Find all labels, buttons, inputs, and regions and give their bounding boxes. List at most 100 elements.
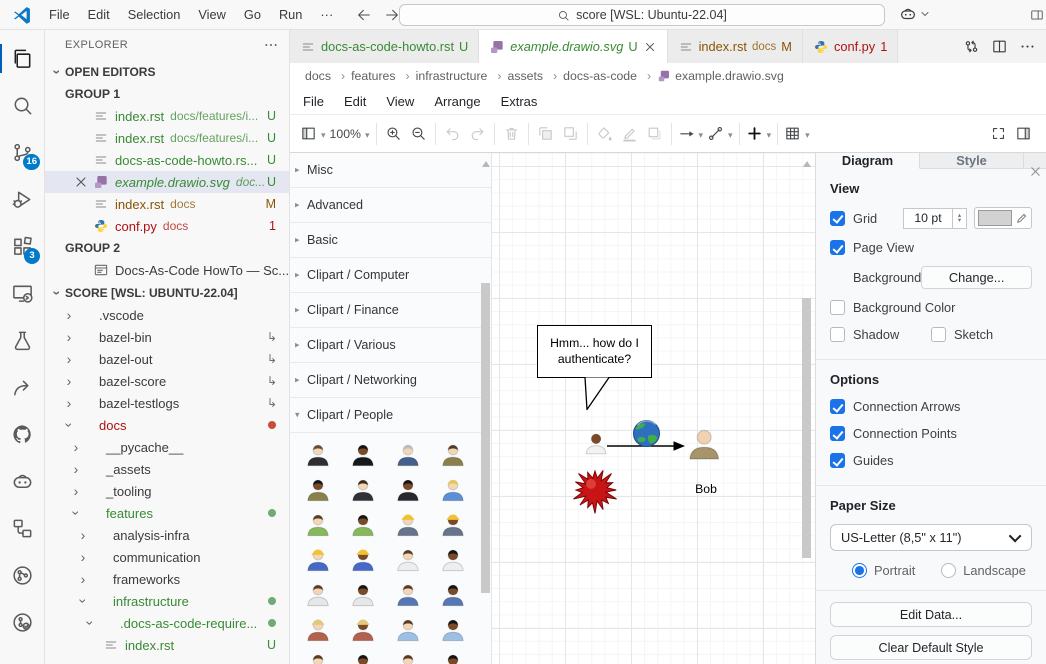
tree-item[interactable]: _tooling xyxy=(45,480,289,502)
shape-section-header[interactable]: Clipart / Computer xyxy=(290,258,491,293)
tree-item[interactable]: bazel-testlogs xyxy=(45,392,289,414)
toolbar-button[interactable] xyxy=(1011,121,1036,147)
format-tab[interactable]: Diagram xyxy=(816,153,920,169)
orientation-radio[interactable]: Landscape xyxy=(941,563,1026,578)
shape-person[interactable] xyxy=(440,616,466,642)
toolbar-button[interactable] xyxy=(435,123,436,145)
paper-size-select[interactable]: US-Letter (8,5" x 11") xyxy=(830,524,1032,551)
open-editor-item[interactable]: example.drawio.svg doc... U xyxy=(45,171,289,193)
menu-item[interactable]: View xyxy=(189,0,235,30)
background-color-checkbox[interactable] xyxy=(830,300,845,315)
open-editor-item[interactable]: index.rst docs/features/i... U xyxy=(45,127,289,149)
shape-person[interactable] xyxy=(440,511,466,537)
activity-bar-item[interactable]: 16 xyxy=(0,129,44,176)
drawio-menu-item[interactable]: File xyxy=(293,94,334,109)
orientation-radio[interactable]: Portrait xyxy=(852,563,915,578)
activity-bar-item[interactable] xyxy=(0,82,44,129)
toolbar-button[interactable] xyxy=(465,121,490,147)
shape-person[interactable] xyxy=(395,511,421,537)
editor-tab[interactable]: conf.py 1 xyxy=(803,30,898,63)
activity-bar-item[interactable] xyxy=(0,411,44,458)
activity-bar-item[interactable] xyxy=(0,176,44,223)
palette-scrollbar[interactable] xyxy=(480,153,491,664)
speech-bubble-shape[interactable]: Hmm... how do I authenticate? xyxy=(537,325,652,378)
open-editor-item[interactable]: index.rst docs/features/i... U xyxy=(45,105,289,127)
tree-item[interactable]: communication xyxy=(45,546,289,568)
activity-bar-item[interactable] xyxy=(0,458,44,505)
open-editor-item[interactable]: GROUP 1 xyxy=(45,83,289,105)
grid-size-stepper[interactable]: ▴▾ xyxy=(953,208,967,229)
menu-item[interactable]: File xyxy=(40,0,79,30)
tree-item[interactable]: infrastructure xyxy=(45,590,289,612)
option-checkbox[interactable] xyxy=(830,453,845,468)
shape-person[interactable] xyxy=(395,476,421,502)
option-checkbox[interactable] xyxy=(830,426,845,441)
tree-item[interactable]: index.rst U xyxy=(45,634,289,656)
drawio-menu-item[interactable]: Arrange xyxy=(424,94,490,109)
tree-item[interactable]: bazel-bin xyxy=(45,326,289,348)
shape-person[interactable] xyxy=(305,441,331,467)
open-editor-item[interactable]: Docs-As-Code HowTo — Sc... xyxy=(45,259,289,281)
activity-bar-item[interactable] xyxy=(0,599,44,646)
nav-forward-button[interactable] xyxy=(384,7,400,23)
shape-person[interactable] xyxy=(440,476,466,502)
tree-item[interactable]: .docs-as-code-require... xyxy=(45,612,289,634)
menu-item[interactable]: Edit xyxy=(79,0,119,30)
close-icon[interactable] xyxy=(643,40,657,54)
activity-bar-item[interactable] xyxy=(0,317,44,364)
nav-back-button[interactable] xyxy=(356,7,372,23)
breadcrumb-item[interactable]: example.drawio.svg xyxy=(657,69,784,83)
toolbar-button[interactable] xyxy=(986,121,1011,147)
copilot-menu[interactable] xyxy=(899,5,931,23)
shape-person[interactable] xyxy=(350,651,376,664)
shape-section-header[interactable]: Basic xyxy=(290,223,491,258)
activity-bar-item[interactable] xyxy=(0,364,44,411)
shape-person[interactable] xyxy=(305,616,331,642)
page-view-checkbox[interactable] xyxy=(830,240,845,255)
toolbar-button[interactable] xyxy=(777,123,778,145)
breadcrumb-item[interactable]: assets xyxy=(508,69,564,83)
format-tab[interactable]: Style xyxy=(920,153,1024,168)
activity-bar-item[interactable] xyxy=(0,552,44,599)
canvas-scrollbar[interactable] xyxy=(801,153,812,664)
drawio-menu-item[interactable]: View xyxy=(376,94,424,109)
scroll-up-arrow-icon[interactable] xyxy=(482,161,490,167)
toolbar-button[interactable] xyxy=(381,121,406,147)
workspace-header[interactable]: SCORE [WSL: UBUNTU-22.04] xyxy=(45,281,289,304)
menu-item[interactable]: Go xyxy=(235,0,270,30)
editor-tab[interactable]: docs-as-code-howto.rst U xyxy=(290,30,479,63)
toolbar-button[interactable] xyxy=(558,121,583,147)
shape-person[interactable] xyxy=(305,476,331,502)
toolbar-button[interactable] xyxy=(676,121,706,147)
toolbar-button[interactable] xyxy=(739,123,740,145)
toolbar-button[interactable] xyxy=(587,123,588,145)
shape-person[interactable] xyxy=(350,546,376,572)
toolbar-button[interactable] xyxy=(671,123,672,145)
shape-person[interactable] xyxy=(440,581,466,607)
scrollbar-thumb[interactable] xyxy=(481,283,490,593)
shape-person[interactable] xyxy=(440,651,466,664)
breadcrumb-item[interactable]: docs-as-code xyxy=(563,69,657,83)
open-editor-item[interactable]: GROUP 2 xyxy=(45,237,289,259)
breadcrumb-item[interactable]: docs xyxy=(305,69,351,83)
shape-person[interactable] xyxy=(305,651,331,664)
menu-item[interactable]: Run xyxy=(270,0,311,30)
shape-section-header[interactable]: Clipart / Finance xyxy=(290,293,491,328)
menu-item[interactable]: Selection xyxy=(119,0,190,30)
toolbar-button[interactable] xyxy=(744,121,774,147)
grid-checkbox[interactable] xyxy=(830,211,845,226)
tree-item[interactable]: __pycache__ xyxy=(45,436,289,458)
tree-item[interactable]: .vscode xyxy=(45,304,289,326)
toolbar-button[interactable] xyxy=(705,121,735,147)
shape-person[interactable] xyxy=(350,616,376,642)
toolbar-button[interactable] xyxy=(642,121,667,147)
shape-person[interactable] xyxy=(350,441,376,467)
shape-person[interactable] xyxy=(305,511,331,537)
toolbar-button[interactable] xyxy=(406,121,431,147)
radio-icon[interactable] xyxy=(941,563,956,578)
bob-label[interactable]: Bob xyxy=(688,482,724,496)
grid-size-input[interactable]: 10 pt xyxy=(903,208,953,229)
toolbar-button[interactable] xyxy=(499,121,524,147)
tree-item[interactable]: features xyxy=(45,502,289,524)
shape-person[interactable] xyxy=(395,651,421,664)
